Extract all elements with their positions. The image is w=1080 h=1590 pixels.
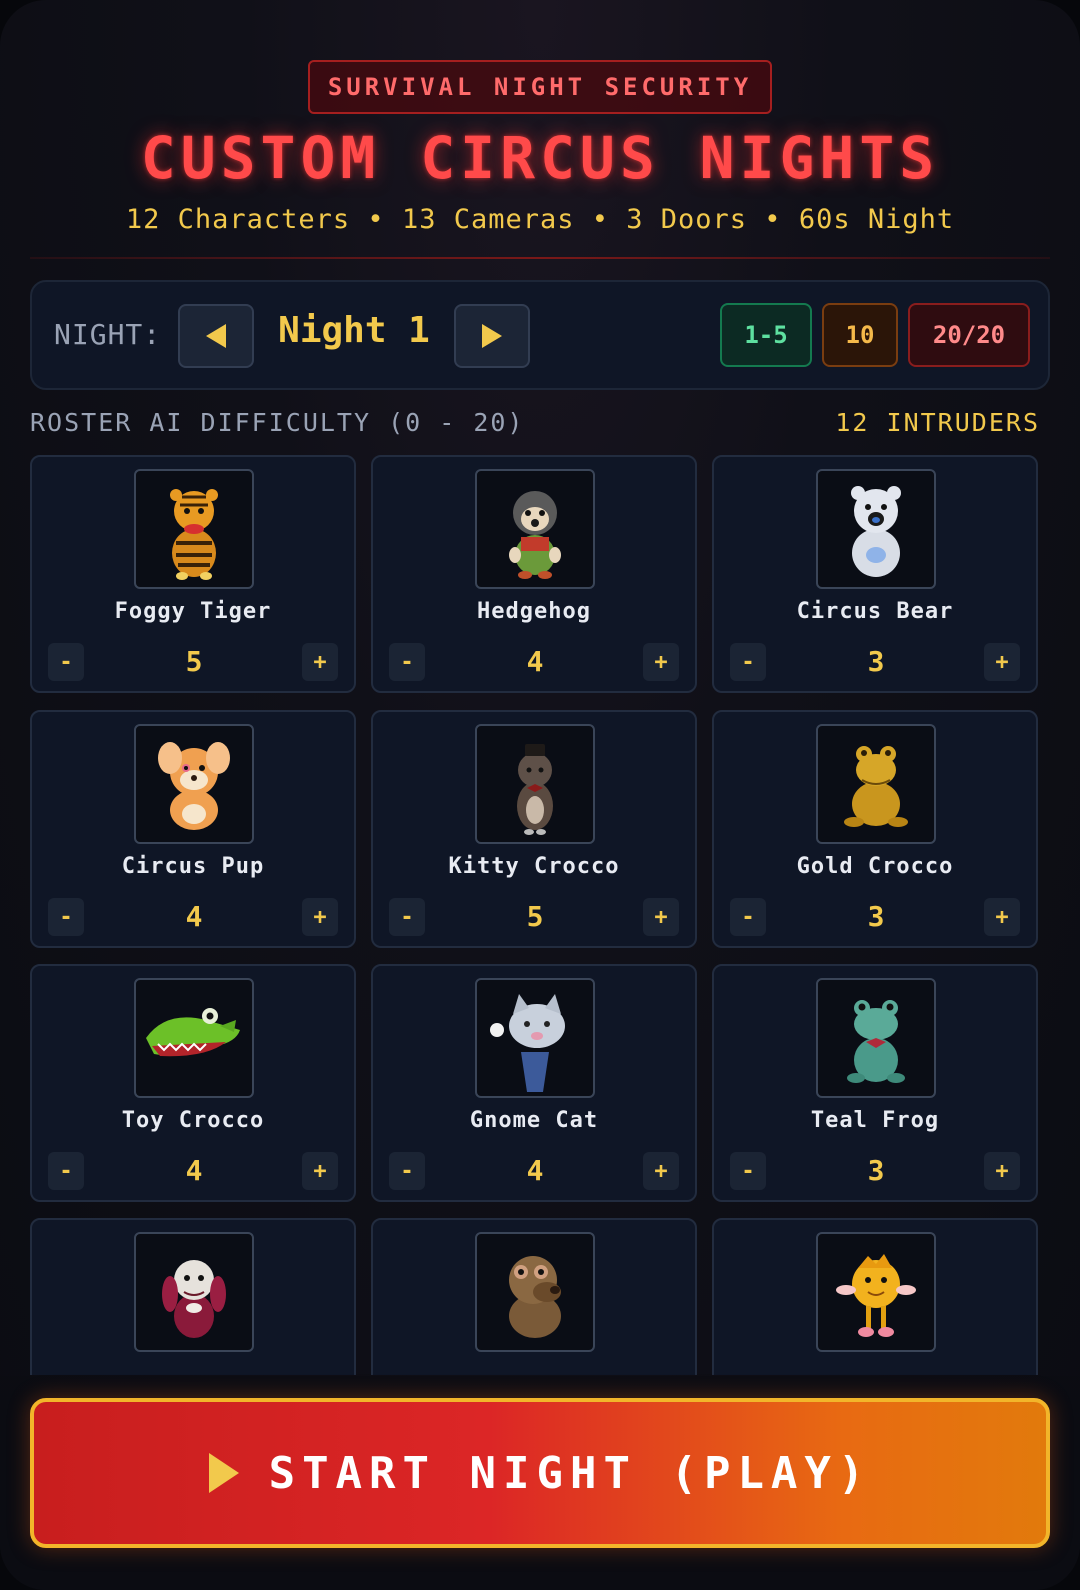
increment-button[interactable]: + (302, 643, 338, 681)
kitty-plush-icon (475, 724, 595, 844)
difficulty-value: 3 (867, 900, 885, 933)
gnome-cat-plush-icon (475, 978, 595, 1098)
yellow-plush-icon (816, 1232, 936, 1352)
preset-20-20-button[interactable]: 20/20 (908, 303, 1030, 367)
character-card: Foggy Tiger - 5 + (30, 455, 356, 693)
difficulty-value: 3 (867, 645, 885, 678)
increment-button[interactable]: + (302, 898, 338, 936)
hedgehog-plush-icon (475, 469, 595, 589)
character-card: Toy Crocco - 4 + (30, 964, 356, 1202)
character-card: Circus Bear - 3 + (712, 455, 1038, 693)
decrement-button[interactable]: - (48, 1152, 84, 1190)
game-subtitle: 12 Characters • 13 Cameras • 3 Doors • 6… (125, 204, 955, 235)
character-name: Foggy Tiger (114, 599, 272, 624)
difficulty-value: 3 (867, 1154, 885, 1187)
teal-frog-plush-icon (816, 978, 936, 1098)
increment-button[interactable]: + (984, 898, 1020, 936)
night-label: NIGHT: (54, 318, 162, 351)
mode-badge: SURVIVAL NIGHT SECURITY (308, 60, 772, 114)
pup-plush-icon (134, 724, 254, 844)
character-name: Circus Bear (796, 599, 954, 624)
start-bar: START NIGHT (PLAY) (0, 1376, 1080, 1590)
character-card: Circus Pup - 4 + (30, 710, 356, 948)
character-card: - + (371, 1218, 697, 1375)
roster-grid[interactable]: Foggy Tiger - 5 + Hedgehog - 4 + Circus … (0, 455, 1080, 1375)
night-value: Night 1 (278, 310, 430, 351)
roster-header: ROSTER AI DIFFICULTY (0 - 20) 12 INTRUDE… (30, 408, 1040, 444)
character-card: - + (30, 1218, 356, 1375)
character-card: Kitty Crocco - 5 + (371, 710, 697, 948)
crocodile-plush-icon (134, 978, 254, 1098)
character-name: Gold Crocco (796, 854, 954, 879)
difficulty-value: 4 (185, 1154, 203, 1187)
increment-button[interactable]: + (643, 898, 679, 936)
character-card: Gnome Cat - 4 + (371, 964, 697, 1202)
game-screen: SURVIVAL NIGHT SECURITY CUSTOM CIRCUS NI… (0, 0, 1080, 1590)
decrement-button[interactable]: - (48, 898, 84, 936)
decrement-button[interactable]: - (389, 643, 425, 681)
character-card: Gold Crocco - 3 + (712, 710, 1038, 948)
increment-button[interactable]: + (984, 1152, 1020, 1190)
difficulty-value: 4 (526, 645, 544, 678)
preset-10-button[interactable]: 10 (822, 303, 898, 367)
increment-button[interactable]: + (643, 1152, 679, 1190)
character-name: Toy Crocco (121, 1108, 265, 1133)
decrement-button[interactable]: - (48, 643, 84, 681)
difficulty-value: 5 (526, 900, 544, 933)
brown-bear-plush-icon (475, 1232, 595, 1352)
prev-night-button[interactable] (178, 304, 254, 368)
decrement-button[interactable]: - (730, 898, 766, 936)
character-name: Gnome Cat (469, 1108, 599, 1133)
difficulty-value: 4 (185, 900, 203, 933)
gold-frog-plush-icon (816, 724, 936, 844)
start-night-label: START NIGHT (PLAY) (268, 1447, 872, 1499)
bear-plush-icon (816, 469, 936, 589)
increment-button[interactable]: + (302, 1152, 338, 1190)
night-selector: NIGHT: Night 1 1-5 10 20/20 (30, 280, 1050, 390)
white-dog-plush-icon (134, 1232, 254, 1352)
decrement-button[interactable]: - (389, 898, 425, 936)
character-name: Circus Pup (121, 854, 265, 879)
difficulty-value: 5 (185, 645, 203, 678)
header: SURVIVAL NIGHT SECURITY CUSTOM CIRCUS NI… (0, 0, 1080, 262)
intruder-count: 12 INTRUDERS (835, 408, 1040, 437)
character-name: Teal Frog (810, 1108, 940, 1133)
difficulty-value: 4 (526, 1154, 544, 1187)
start-night-button[interactable]: START NIGHT (PLAY) (30, 1398, 1050, 1548)
arrow-right-icon (482, 324, 502, 348)
preset-1-5-button[interactable]: 1-5 (720, 303, 812, 367)
decrement-button[interactable]: - (730, 643, 766, 681)
character-name: Kitty Crocco (448, 854, 620, 879)
play-icon (208, 1453, 239, 1493)
character-card: - + (712, 1218, 1038, 1375)
arrow-left-icon (206, 324, 226, 348)
next-night-button[interactable] (454, 304, 530, 368)
header-divider (30, 257, 1050, 259)
tiger-plush-icon (134, 469, 254, 589)
decrement-button[interactable]: - (389, 1152, 425, 1190)
character-name: Hedgehog (477, 599, 591, 624)
roster-title: ROSTER AI DIFFICULTY (0 - 20) (30, 408, 525, 437)
character-card: Hedgehog - 4 + (371, 455, 697, 693)
increment-button[interactable]: + (643, 643, 679, 681)
game-title: CUSTOM CIRCUS NIGHTS (140, 124, 940, 192)
decrement-button[interactable]: - (730, 1152, 766, 1190)
character-card: Teal Frog - 3 + (712, 964, 1038, 1202)
increment-button[interactable]: + (984, 643, 1020, 681)
